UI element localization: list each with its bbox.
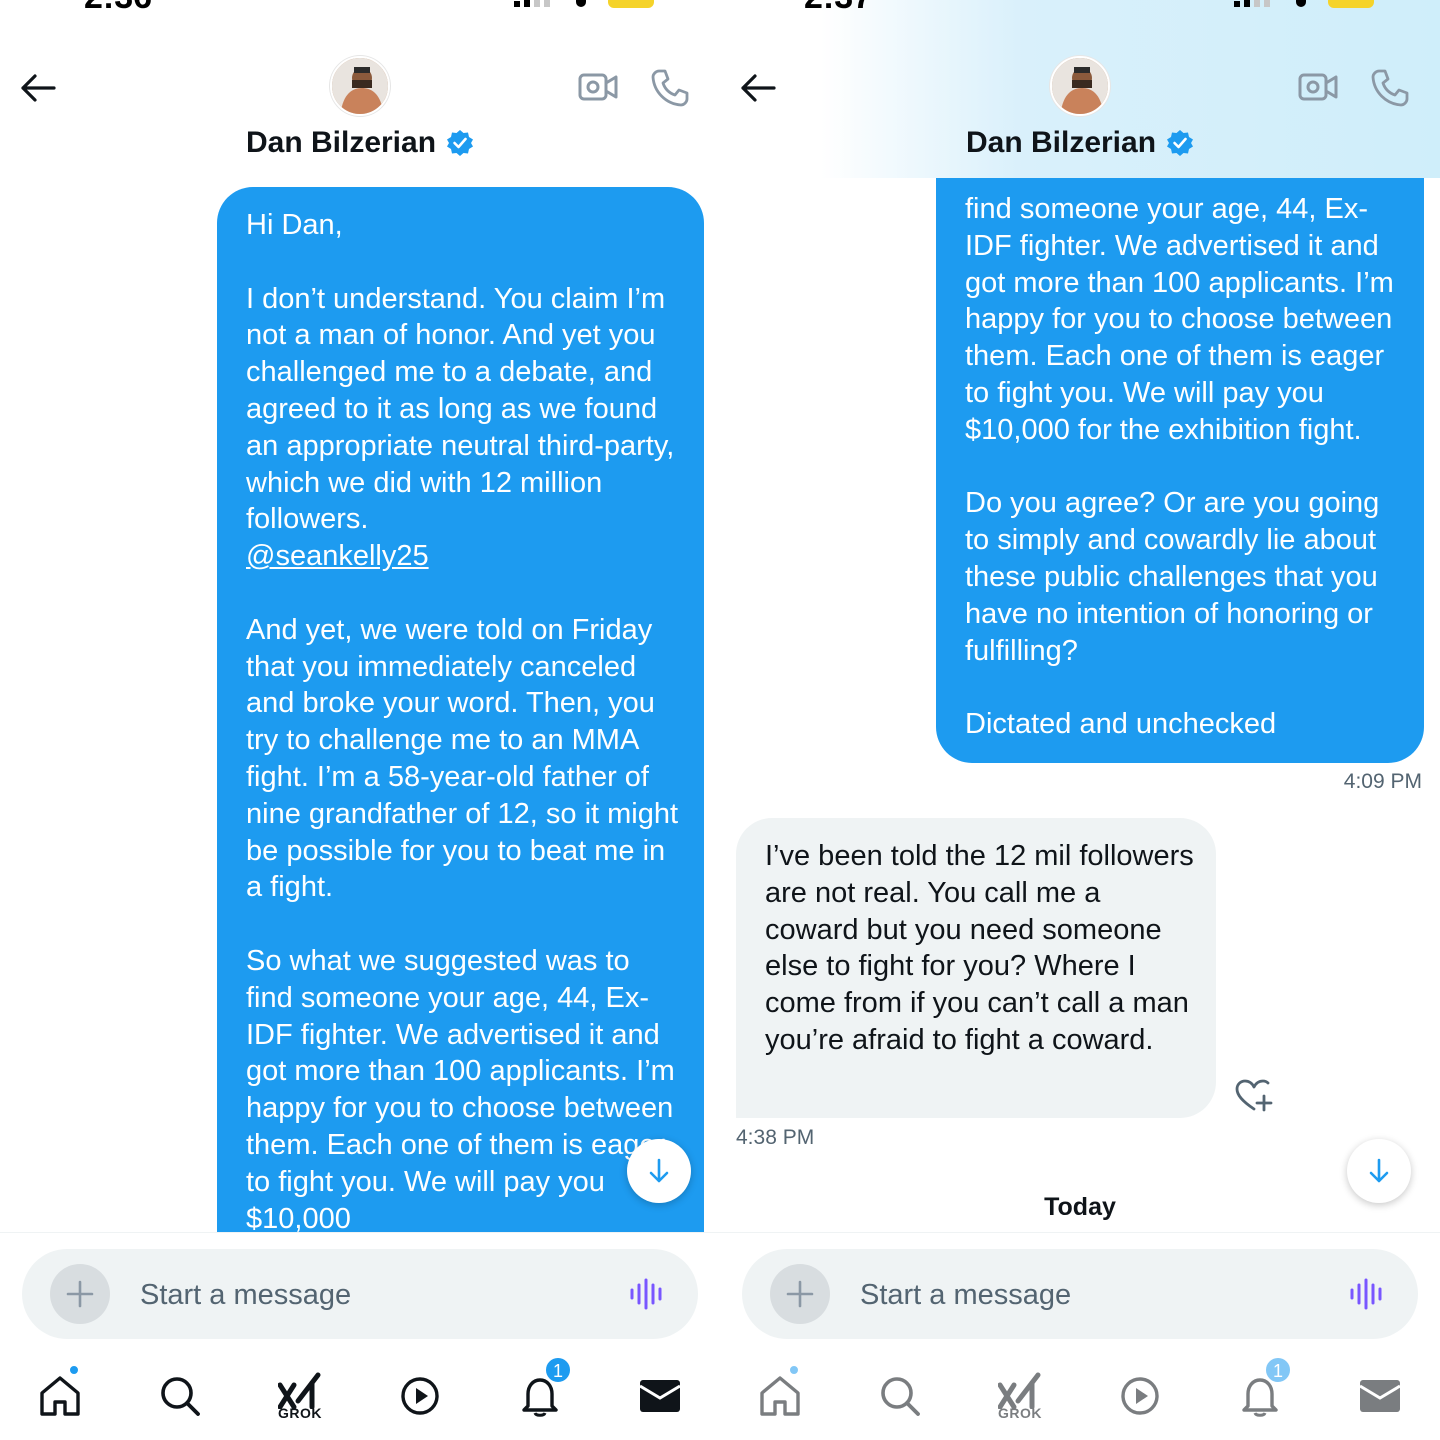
wifi-icon: [1296, 0, 1306, 7]
add-media-button[interactable]: [770, 1264, 830, 1324]
home-unread-dot: [788, 1364, 800, 1376]
video-call-button[interactable]: [578, 70, 618, 104]
nav-notifications[interactable]: 1: [510, 1356, 572, 1426]
nav-search[interactable]: [870, 1366, 930, 1426]
scroll-to-bottom-button[interactable]: [627, 1139, 691, 1203]
received-message-bubble: I’ve been told the 12 mil followers are …: [736, 818, 1216, 1118]
plus-icon: [66, 1280, 94, 1308]
avatar-image: [332, 58, 388, 114]
arrow-left-icon: [21, 74, 56, 102]
grok-label: GROK: [278, 1405, 322, 1421]
sent-message-text: Hi Dan, I don’t understand. You claim I’…: [246, 209, 679, 1235]
back-button[interactable]: [738, 70, 778, 106]
mention-link[interactable]: @seankelly25: [246, 540, 429, 572]
add-reaction-button[interactable]: [1234, 1078, 1274, 1114]
nav-notifications[interactable]: 1: [1230, 1356, 1292, 1426]
grok-icon: [278, 1372, 321, 1409]
sent-message-bubble: find someone your age, 44, Ex- IDF fight…: [936, 150, 1424, 763]
home-icon: [760, 1376, 800, 1416]
nav-home[interactable]: [30, 1364, 90, 1426]
nav-search[interactable]: [150, 1366, 210, 1426]
avatar-image: [1052, 58, 1108, 114]
message-input[interactable]: [140, 1275, 580, 1315]
back-button[interactable]: [18, 70, 58, 106]
nav-messages[interactable]: [1350, 1366, 1410, 1426]
avatar[interactable]: [330, 56, 390, 116]
received-message-text: I’ve been told the 12 mil followers are …: [765, 840, 1202, 1056]
wifi-icon: [576, 0, 586, 7]
notification-badge: 1: [1264, 1356, 1292, 1384]
home-unread-dot: [68, 1364, 80, 1376]
conversation-header: 2:37 Dan Bilzerian: [720, 0, 1440, 178]
phone-icon: [1371, 69, 1409, 107]
status-time: 2:37: [804, 0, 872, 17]
composer-area: [0, 1232, 720, 1350]
arrow-left-icon: [741, 74, 776, 102]
phone-icon: [651, 69, 689, 107]
grok-label: GROK: [998, 1405, 1042, 1421]
contact-name[interactable]: Dan Bilzerian: [0, 126, 720, 160]
nav-home[interactable]: [750, 1364, 810, 1426]
contact-name-text: Dan Bilzerian: [965, 126, 1157, 159]
composer-area: [720, 1232, 1440, 1350]
voice-message-button[interactable]: [628, 1277, 668, 1311]
search-icon: [881, 1377, 920, 1416]
nav-grok[interactable]: GROK: [990, 1366, 1050, 1426]
search-icon: [161, 1377, 200, 1416]
mail-icon: [639, 1380, 681, 1412]
home-icon: [40, 1376, 80, 1416]
notification-badge: 1: [544, 1356, 572, 1384]
sent-message-bubble: Hi Dan, I don’t understand. You claim I’…: [217, 187, 704, 1287]
verified-badge-icon: [1167, 130, 1194, 156]
verified-badge-icon: [447, 130, 474, 156]
message-composer: [742, 1249, 1418, 1339]
bottom-navigation: GROK 1: [0, 1350, 720, 1440]
play-icon: [1121, 1377, 1159, 1415]
signal-icon: [1234, 0, 1274, 7]
nav-grok[interactable]: GROK: [270, 1366, 330, 1426]
nav-video[interactable]: [390, 1366, 450, 1426]
contact-name-text: Dan Bilzerian: [245, 126, 437, 159]
heart-plus-icon: [1235, 1079, 1273, 1112]
left-screenshot: Hi Dan, I don’t understand. You claim I’…: [0, 0, 720, 1440]
add-media-button[interactable]: [50, 1264, 110, 1324]
grok-icon: [998, 1372, 1041, 1409]
plus-icon: [786, 1280, 814, 1308]
play-icon: [401, 1377, 439, 1415]
voice-call-button[interactable]: [1370, 68, 1410, 108]
bottom-navigation: GROK 1: [720, 1350, 1440, 1440]
voice-call-button[interactable]: [650, 68, 690, 108]
message-input[interactable]: [860, 1275, 1300, 1315]
voice-message-button[interactable]: [1348, 1277, 1388, 1311]
battery-icon: [608, 0, 654, 8]
sent-timestamp: 4:09 PM: [1343, 770, 1422, 793]
video-call-button[interactable]: [1298, 70, 1338, 104]
status-icons: [514, 0, 654, 8]
status-icons: [1234, 0, 1374, 8]
arrow-down-icon: [1369, 1158, 1389, 1183]
voice-wave-icon: [1350, 1278, 1382, 1310]
right-screenshot: find someone your age, 44, Ex- IDF fight…: [720, 0, 1440, 1440]
conversation-header: 2:36 Dan Bilzerian: [0, 0, 720, 178]
day-divider: Today: [1044, 1193, 1116, 1221]
video-camera-icon: [578, 73, 618, 101]
status-time: 2:36: [84, 0, 152, 17]
nav-messages[interactable]: [630, 1366, 690, 1426]
message-composer: [22, 1249, 698, 1339]
video-camera-icon: [1298, 73, 1338, 101]
signal-icon: [514, 0, 554, 7]
voice-wave-icon: [630, 1278, 662, 1310]
arrow-down-icon: [649, 1158, 669, 1183]
battery-icon: [1328, 0, 1374, 8]
scroll-to-bottom-button[interactable]: [1347, 1139, 1411, 1203]
avatar[interactable]: [1050, 56, 1110, 116]
contact-name[interactable]: Dan Bilzerian: [720, 126, 1440, 160]
nav-video[interactable]: [1110, 1366, 1170, 1426]
sent-message-text: find someone your age, 44, Ex- IDF fight…: [965, 193, 1394, 741]
received-timestamp: 4:38 PM: [736, 1126, 815, 1149]
mail-icon: [1359, 1380, 1401, 1412]
